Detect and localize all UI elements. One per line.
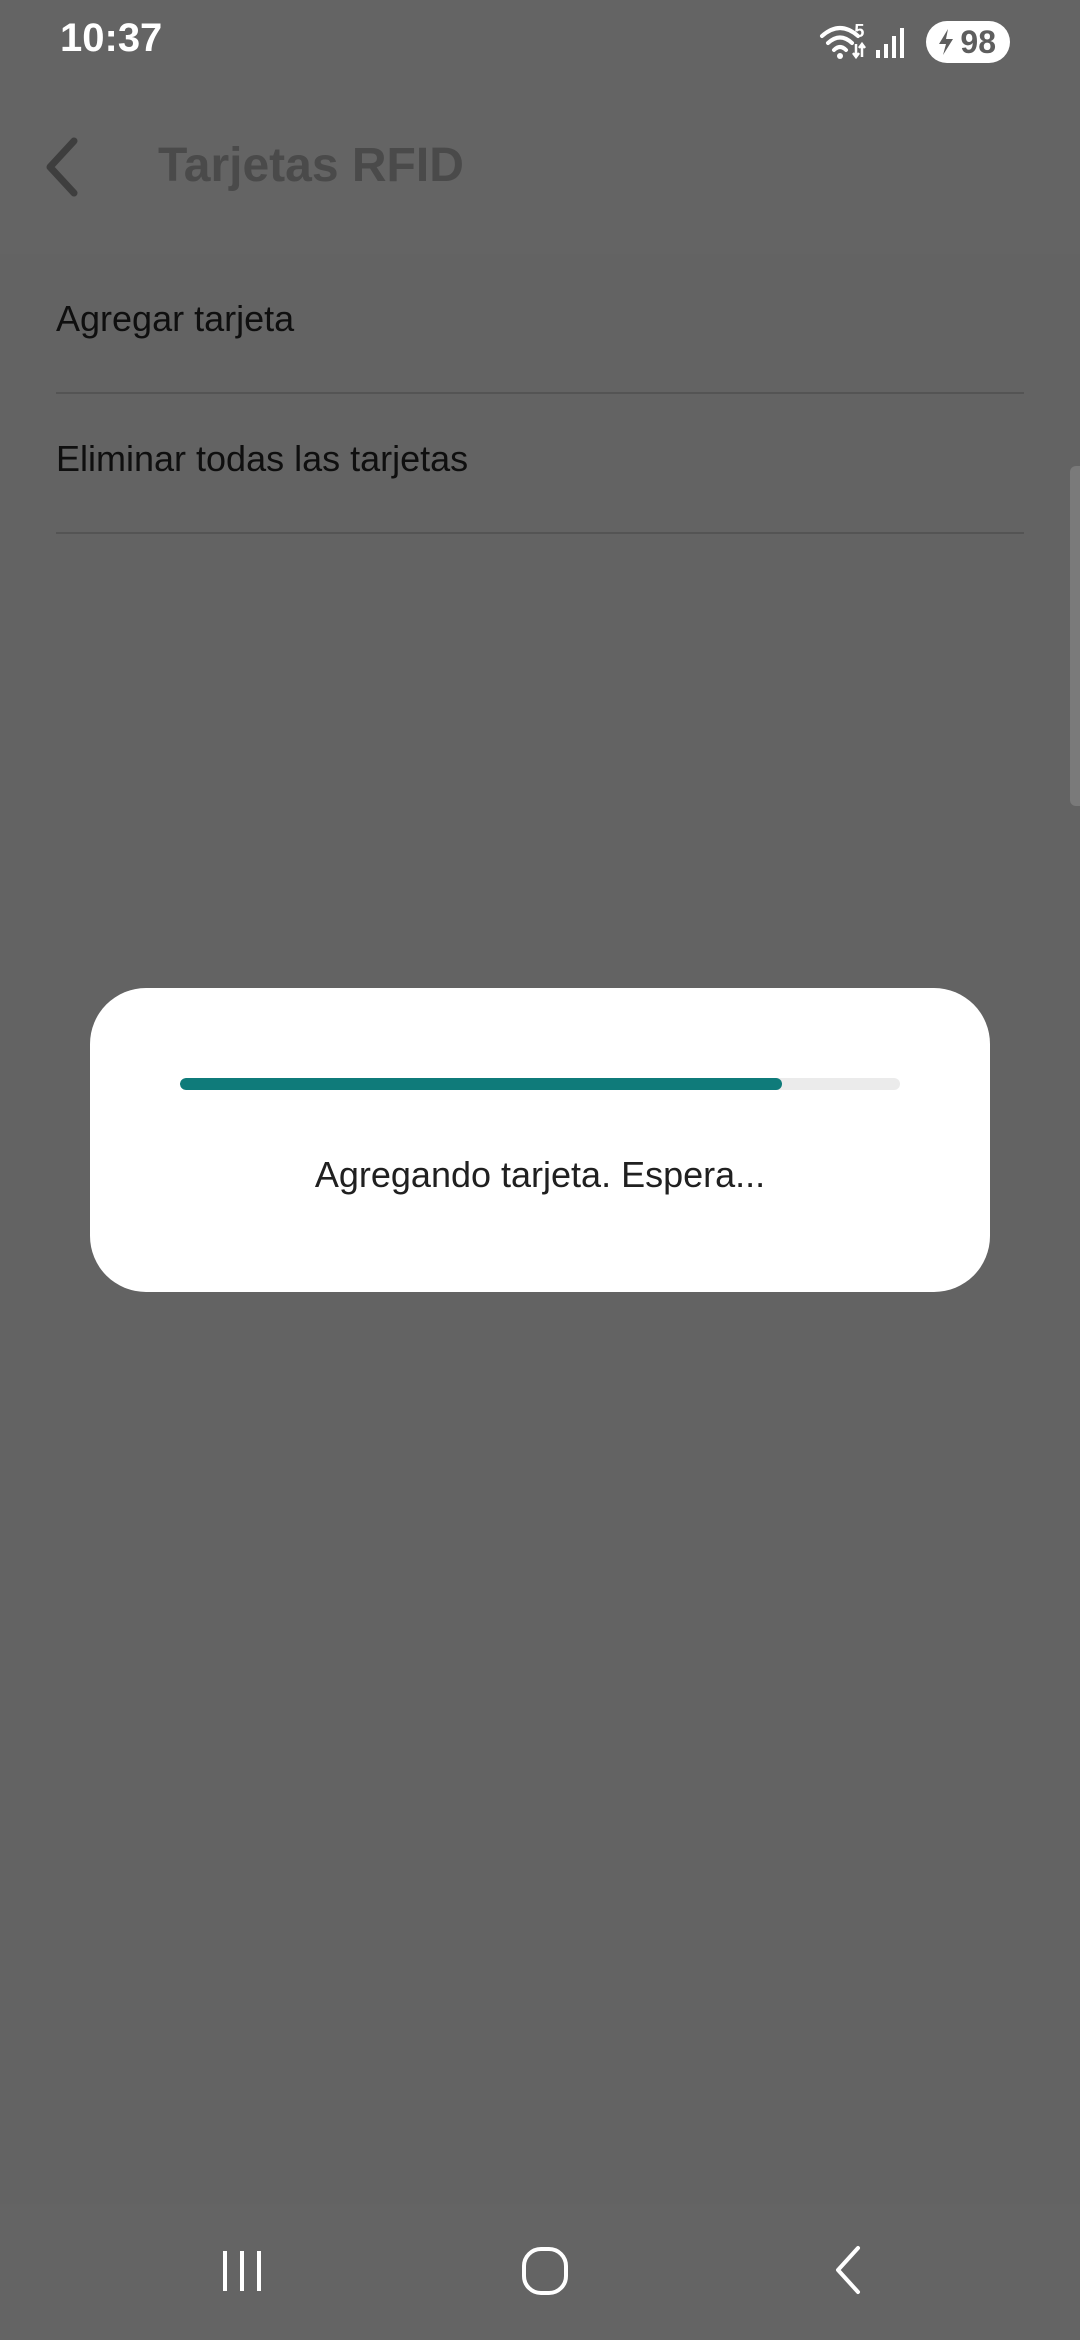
chevron-left-icon [40, 135, 84, 204]
home-icon [520, 2245, 570, 2300]
progress-bar-fill [180, 1078, 782, 1090]
status-bar: 10:37 5 98 [0, 0, 1080, 84]
progress-dialog: Agregando tarjeta. Espera... [90, 988, 990, 1292]
system-back-button[interactable] [788, 2232, 908, 2312]
home-button[interactable] [485, 2232, 605, 2312]
scrollbar[interactable] [1070, 466, 1080, 806]
back-button[interactable] [30, 124, 94, 214]
app-bar: Tarjetas RFID [0, 84, 1080, 254]
battery-charging-icon [936, 27, 956, 57]
add-card-item[interactable]: Agregar tarjeta [56, 254, 1024, 394]
recents-button[interactable] [182, 2232, 302, 2312]
page-title: Tarjetas RFID [158, 139, 464, 192]
delete-all-cards-item[interactable]: Eliminar todas las tarjetas [56, 394, 1024, 534]
progress-bar [180, 1078, 900, 1090]
network-label: 5 [854, 20, 865, 41]
dialog-message: Agregando tarjeta. Espera... [314, 1154, 766, 1195]
battery-level: 98 [960, 23, 996, 60]
signal-icon [874, 24, 908, 60]
add-card-label: Agregar tarjeta [56, 298, 295, 339]
delete-all-cards-label: Eliminar todas las tarjetas [56, 438, 469, 479]
recents-icon [217, 2245, 267, 2300]
status-icons: 5 98 [818, 20, 1010, 64]
navigation-bar [0, 2204, 1080, 2340]
back-icon [828, 2242, 868, 2303]
status-time: 10:37 [60, 16, 163, 60]
battery-indicator: 98 [926, 21, 1010, 63]
